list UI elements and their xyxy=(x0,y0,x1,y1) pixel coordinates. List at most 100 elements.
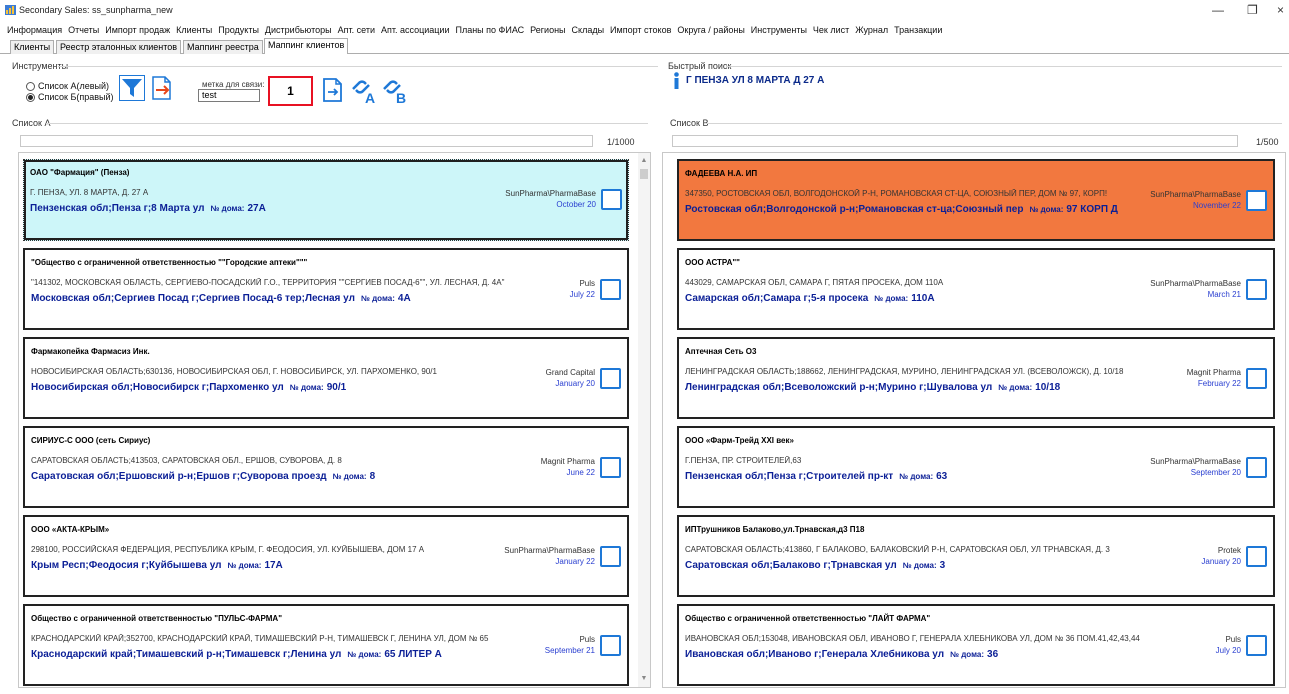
menu-item[interactable]: Планы по ФИАС xyxy=(452,22,527,38)
client-name: ООО «Фарм-Трейд XXI век» xyxy=(685,436,794,445)
scroll-down-icon[interactable]: ▼ xyxy=(638,673,650,685)
app-icon xyxy=(5,5,16,15)
scroll-up-icon[interactable]: ▲ xyxy=(638,155,650,167)
client-card[interactable]: ИПТрушников Балаково,ул.Трнавская,д3 П18… xyxy=(677,515,1275,597)
client-date: September 20 xyxy=(1190,468,1241,477)
menu-item[interactable]: Дистрибьюторы xyxy=(262,22,335,38)
restore-button[interactable]: ❐ xyxy=(1247,3,1258,17)
quick-search-value[interactable]: Г ПЕНЗА УЛ 8 МАРТА Д 27 А xyxy=(686,75,824,86)
list-a-scroll-thumb[interactable] xyxy=(640,169,648,179)
tab-client-mapping[interactable]: Маппинг клиентов xyxy=(264,38,349,54)
select-checkbox[interactable] xyxy=(1246,635,1267,656)
radio-list-right[interactable]: Список Б(правый) xyxy=(26,92,114,102)
select-checkbox[interactable] xyxy=(1246,546,1267,567)
tab-registry-mapping[interactable]: Маппинг реестра xyxy=(183,40,263,54)
house-number-label: № дома: xyxy=(289,383,324,392)
client-card[interactable]: Фармакопейка Фармасиз Инк. НОВОСИБИРСКАЯ … xyxy=(23,337,629,419)
client-source: SunPharma\PharmaBase xyxy=(1150,457,1241,466)
menu-item[interactable]: Информация xyxy=(4,22,65,38)
funnel-icon[interactable] xyxy=(119,75,145,101)
list-b-filter-input[interactable] xyxy=(672,135,1238,147)
client-card[interactable]: Аптечная Сеть О3 ЛЕНИНГРАДСКАЯ ОБЛАСТЬ;18… xyxy=(677,337,1275,419)
select-checkbox[interactable] xyxy=(600,546,621,567)
client-card[interactable]: Общество с ограниченной ответственностью… xyxy=(677,604,1275,686)
client-date: July 22 xyxy=(569,290,595,299)
tag-label: метка для связи: xyxy=(202,80,265,89)
client-source: Grand Capital xyxy=(545,368,595,377)
client-source: Puls xyxy=(1225,635,1241,644)
minimize-button[interactable]: — xyxy=(1212,3,1224,17)
select-checkbox[interactable] xyxy=(1246,457,1267,478)
client-date: September 21 xyxy=(544,646,595,655)
menu-item[interactable]: Апт. сети xyxy=(335,22,378,38)
menu-item[interactable]: Продукты xyxy=(215,22,262,38)
select-checkbox[interactable] xyxy=(600,635,621,656)
menu-item[interactable]: Клиенты xyxy=(173,22,215,38)
tab-reference-registry[interactable]: Реестр эталонных клиентов xyxy=(56,40,182,54)
client-address: НОВОСИБИРСКАЯ ОБЛАСТЬ;630136, НОВОСИБИРС… xyxy=(31,367,437,376)
select-checkbox[interactable] xyxy=(601,189,622,210)
house-number: 17А xyxy=(264,560,283,571)
list-b-line xyxy=(706,123,1282,124)
radio-right-circle[interactable] xyxy=(26,92,35,102)
client-date: January 20 xyxy=(1201,557,1241,566)
menu-item[interactable]: Транзакции xyxy=(891,22,945,38)
client-card[interactable]: ООО «Фарм-Трейд XXI век» Г.ПЕНЗА, ПР. СТР… xyxy=(677,426,1275,508)
client-geo: Саратовская обл;Ершовский р-н;Ершов г;Су… xyxy=(31,471,375,482)
number-field[interactable]: 1 xyxy=(268,76,313,106)
select-checkbox[interactable] xyxy=(600,368,621,389)
document-add-icon[interactable] xyxy=(320,77,346,103)
client-address: Г. ПЕНЗА, УЛ. 8 МАРТА, Д. 27 А xyxy=(30,188,149,197)
menu-item[interactable]: Журнал xyxy=(852,22,891,38)
link-a-icon[interactable]: A xyxy=(349,75,379,105)
list-a-filter-input[interactable] xyxy=(20,135,593,147)
menu-item[interactable]: Округа / районы xyxy=(674,22,747,38)
client-card[interactable]: "Общество с ограниченной ответственность… xyxy=(23,248,629,330)
client-name: ОАО "Фармация" (Пенза) xyxy=(30,168,130,177)
house-number: 3 xyxy=(939,560,946,571)
house-number: 27А xyxy=(247,203,266,214)
select-checkbox[interactable] xyxy=(1246,279,1267,300)
radio-left-circle[interactable] xyxy=(26,81,35,91)
tag-input[interactable]: test xyxy=(198,89,260,102)
menu-item[interactable]: Инструменты xyxy=(748,22,810,38)
client-geo: Московская обл;Сергиев Посад г;Сергиев П… xyxy=(31,293,411,304)
tab-strip: Клиенты Реестр эталонных клиентов Маппин… xyxy=(0,38,1289,54)
menu-item[interactable]: Импорт стоков xyxy=(607,22,674,38)
client-address: 298100, РОССИЙСКАЯ ФЕДЕРАЦИЯ, РЕСПУБЛИКА… xyxy=(31,545,425,554)
document-arrow-icon[interactable] xyxy=(149,75,175,101)
client-source: Magnit Pharma xyxy=(1186,368,1241,377)
client-card[interactable]: ФАДЕЕВА Н.А. ИП 347350, РОСТОВСКАЯ ОБЛ, В… xyxy=(677,159,1275,241)
menu-item[interactable]: Регионы xyxy=(527,22,568,38)
client-card[interactable]: ООО АСТРА"" 443029, САМАРСКАЯ ОБЛ, САМАРА… xyxy=(677,248,1275,330)
link-b-icon[interactable]: B xyxy=(380,75,410,105)
client-card[interactable]: СИРИУС-С ООО (сеть Сириус) САРАТОВСКАЯ ОБ… xyxy=(23,426,629,508)
client-name: ООО «АКТА-КРЫМ» xyxy=(31,525,110,534)
menu-item[interactable]: Чек лист xyxy=(810,22,852,38)
select-checkbox[interactable] xyxy=(600,279,621,300)
select-checkbox[interactable] xyxy=(1246,368,1267,389)
select-checkbox[interactable] xyxy=(600,457,621,478)
house-number: 10/18 xyxy=(1035,382,1061,393)
menu-item[interactable]: Склады xyxy=(569,22,608,38)
house-number: 8 xyxy=(369,471,376,482)
close-button[interactable]: × xyxy=(1277,3,1284,17)
list-b-panel: ФАДЕЕВА Н.А. ИП 347350, РОСТОВСКАЯ ОБЛ, В… xyxy=(662,152,1286,688)
client-card[interactable]: ОАО "Фармация" (Пенза) Г. ПЕНЗА, УЛ. 8 МА… xyxy=(23,159,629,241)
client-geo-path: Московская обл;Сергиев Посад г;Сергиев П… xyxy=(31,293,355,304)
tab-clients[interactable]: Клиенты xyxy=(10,40,55,54)
link-a-letter: A xyxy=(365,90,375,105)
title-bar: Secondary Sales: ss_sunpharma_new — ❐ × xyxy=(0,0,1289,20)
radio-list-left[interactable]: Список А(левый) xyxy=(26,81,109,91)
list-a-scrollbar[interactable]: ▲ ▼ xyxy=(638,153,650,687)
client-card[interactable]: Общество с ограниченной ответственностью… xyxy=(23,604,629,686)
select-checkbox[interactable] xyxy=(1246,190,1267,211)
menu-item[interactable]: Отчеты xyxy=(65,22,102,38)
client-address: ЛЕНИНГРАДСКАЯ ОБЛАСТЬ;188662, ЛЕНИНГРАДС… xyxy=(685,367,1124,376)
menu-item[interactable]: Импорт продаж xyxy=(102,22,173,38)
client-geo: Пензенская обл;Пенза г;8 Марта ул № дома:… xyxy=(30,203,266,214)
info-icon xyxy=(674,72,679,89)
client-card[interactable]: ООО «АКТА-КРЫМ» 298100, РОССИЙСКАЯ ФЕДЕРА… xyxy=(23,515,629,597)
client-geo-path: Краснодарский край;Тимашевский р-н;Тимаш… xyxy=(31,649,342,660)
menu-item[interactable]: Апт. ассоциации xyxy=(378,22,453,38)
